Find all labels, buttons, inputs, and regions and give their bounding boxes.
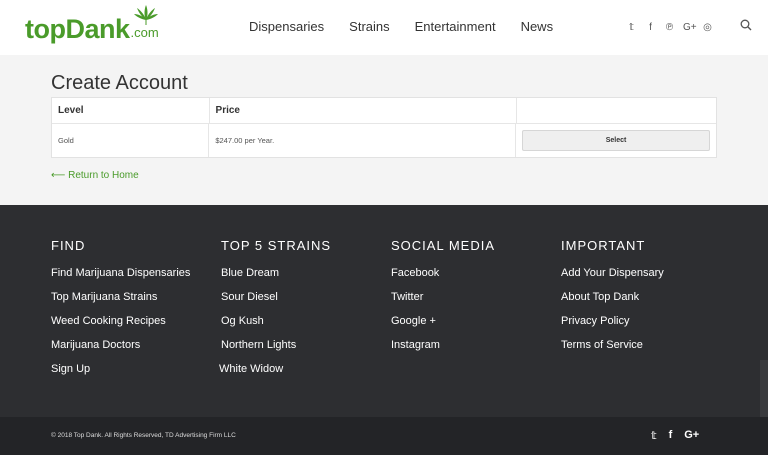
footer-link[interactable]: Instagram: [391, 339, 495, 363]
logo-text-dank: Dank: [65, 14, 130, 44]
footer-link[interactable]: Northern Lights: [221, 339, 331, 363]
copyright-text: © 2018 Top Dank. All Rights Reserved, TD…: [51, 432, 236, 439]
twitter-icon[interactable]: 𝕥: [626, 22, 637, 33]
return-to-home-link[interactable]: ⟵ Return to Home: [51, 170, 139, 181]
main-content: Create Account Level Price Gold $247.00 …: [0, 55, 768, 205]
footer-link[interactable]: Google +: [391, 315, 495, 339]
footer-column-find: FIND Find Marijuana Dispensaries Top Mar…: [51, 238, 190, 387]
footer-link[interactable]: Privacy Policy: [561, 315, 664, 339]
footer-bottom-bar: © 2018 Top Dank. All Rights Reserved, TD…: [0, 417, 768, 455]
pinterest-icon[interactable]: ℗: [664, 22, 675, 33]
header-social-links: 𝕥 f ℗ G+ ◎: [626, 22, 713, 33]
footer-link[interactable]: Marijuana Doctors: [51, 339, 190, 363]
footer-heading: IMPORTANT: [561, 238, 646, 253]
footer-link[interactable]: Og Kush: [221, 315, 331, 339]
footer-link[interactable]: About Top Dank: [561, 291, 664, 315]
footer-heading: FIND: [51, 238, 86, 253]
instagram-icon[interactable]: ◎: [702, 22, 713, 33]
scrollbar-track[interactable]: [760, 360, 768, 417]
site-logo[interactable]: topDank .com: [25, 5, 159, 48]
table-row: Gold $247.00 per Year. Select: [52, 124, 716, 157]
nav-news[interactable]: News: [521, 19, 554, 34]
site-header: topDank .com Dispensaries Strains Entert…: [0, 0, 768, 55]
footer-column-top-strains: TOP 5 STRAINS Blue Dream Sour Diesel Og …: [219, 238, 332, 387]
action-cell: Select: [516, 124, 716, 157]
table-header-row: Level Price: [52, 98, 716, 124]
google-plus-icon[interactable]: G+: [684, 429, 699, 442]
google-plus-icon[interactable]: G+: [683, 22, 697, 33]
footer-link[interactable]: Terms of Service: [561, 339, 664, 363]
select-button[interactable]: Select: [522, 130, 710, 151]
level-cell: Gold: [52, 124, 210, 157]
facebook-icon[interactable]: f: [669, 429, 673, 442]
logo-text-top: top: [25, 14, 66, 44]
footer-link[interactable]: Find Marijuana Dispensaries: [51, 267, 190, 291]
column-header-level: Level: [52, 98, 210, 123]
facebook-icon[interactable]: f: [645, 22, 656, 33]
cannabis-leaf-icon: [134, 5, 158, 25]
page-title: Create Account: [51, 72, 188, 94]
nav-dispensaries[interactable]: Dispensaries: [249, 19, 324, 34]
footer-link[interactable]: Sour Diesel: [221, 291, 331, 315]
search-icon[interactable]: [740, 19, 752, 31]
footer-column-social-media: SOCIAL MEDIA Facebook Twitter Google + I…: [391, 238, 495, 363]
membership-table: Level Price Gold $247.00 per Year. Selec…: [51, 97, 717, 158]
footer-link[interactable]: Top Marijuana Strains: [51, 291, 190, 315]
footer-link[interactable]: White Widow: [219, 363, 331, 387]
price-cell: $247.00 per Year.: [209, 124, 516, 157]
footer-link[interactable]: Twitter: [391, 291, 495, 315]
footer-link[interactable]: Add Your Dispensary: [561, 267, 664, 291]
footer-link[interactable]: Sign Up: [51, 363, 190, 387]
column-header-action: [517, 98, 716, 123]
footer-column-important: IMPORTANT Add Your Dispensary About Top …: [561, 238, 664, 363]
footer-heading: TOP 5 STRAINS: [221, 238, 332, 253]
nav-entertainment[interactable]: Entertainment: [415, 19, 496, 34]
column-header-price: Price: [210, 98, 517, 123]
footer-heading: SOCIAL MEDIA: [391, 238, 495, 253]
nav-strains[interactable]: Strains: [349, 19, 389, 34]
twitter-icon[interactable]: 𝕥: [651, 429, 657, 442]
footer-link[interactable]: Blue Dream: [221, 267, 331, 291]
main-nav: Dispensaries Strains Entertainment News: [249, 19, 578, 34]
footer-social-links: 𝕥 f G+: [651, 429, 699, 442]
footer-link[interactable]: Facebook: [391, 267, 495, 291]
footer-link[interactable]: Weed Cooking Recipes: [51, 315, 190, 339]
site-footer: FIND Find Marijuana Dispensaries Top Mar…: [0, 205, 768, 417]
